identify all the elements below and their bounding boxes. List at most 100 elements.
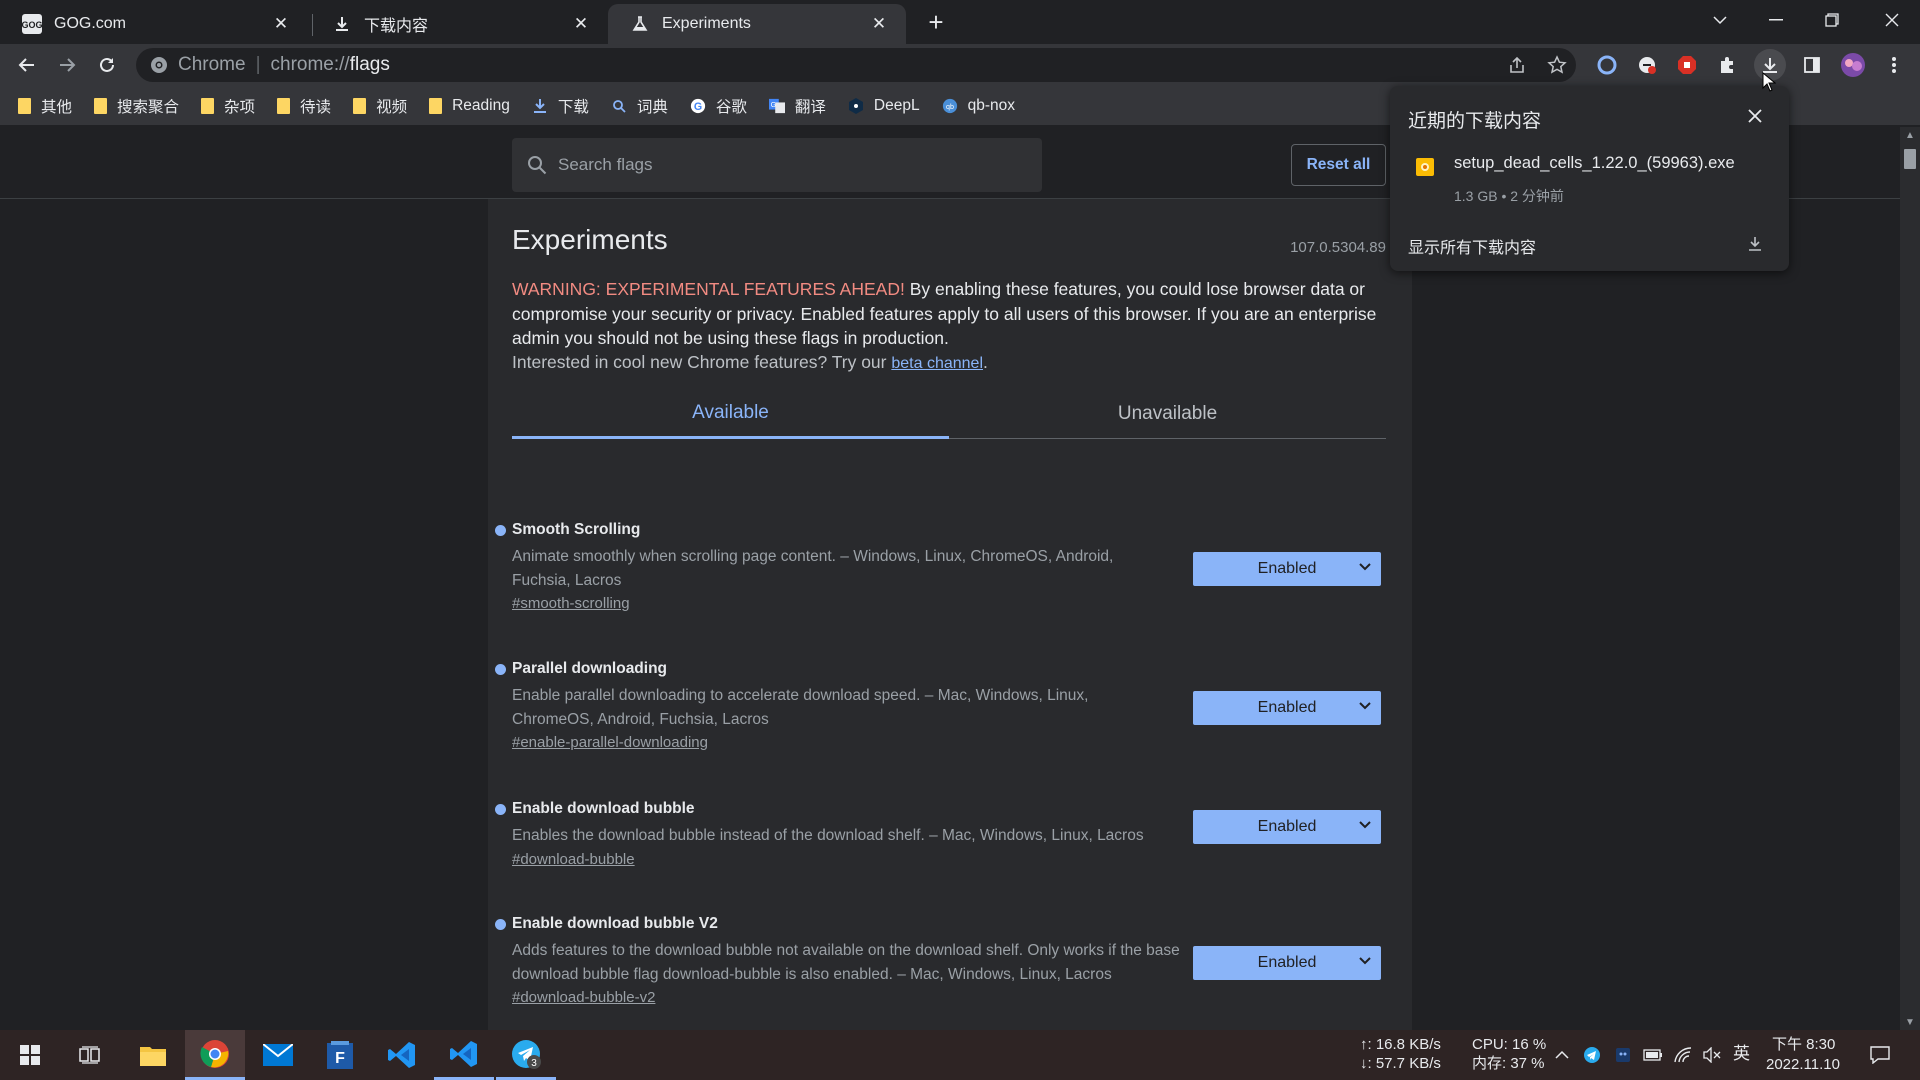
select-value: Enabled	[1257, 560, 1317, 577]
folder-icon	[277, 97, 291, 114]
bookmark-folder[interactable]: Reading	[429, 97, 510, 115]
ime-indicator[interactable]: 英	[1733, 1044, 1750, 1063]
select-value: Enabled	[1257, 818, 1317, 835]
profile-avatar[interactable]	[1837, 49, 1869, 81]
beta-channel-link[interactable]: beta channel	[891, 355, 983, 372]
tab-available[interactable]: Available	[512, 389, 949, 439]
mail-icon[interactable]	[248, 1030, 308, 1080]
clock-date[interactable]: 2022.11.10	[1766, 1055, 1840, 1074]
app-f-icon[interactable]: F	[310, 1030, 370, 1080]
scroll-up-arrow-icon[interactable]: ▲	[1900, 127, 1920, 143]
tab-downloads[interactable]: 下载内容 ✕	[310, 4, 608, 44]
bookmark-link[interactable]: DeepL	[848, 97, 920, 115]
close-icon[interactable]: ✕	[270, 13, 292, 35]
tab-gog[interactable]: GOG GOG.com ✕	[0, 4, 308, 44]
bookmark-folder[interactable]: 其他	[18, 95, 72, 117]
bookmark-folder[interactable]: 搜索聚合	[94, 95, 179, 117]
svg-text:G: G	[771, 100, 777, 108]
promo-end: .	[983, 352, 988, 372]
app-tray-icon[interactable]	[1613, 1045, 1633, 1065]
memory-usage: 内存: 37 %	[1472, 1055, 1545, 1072]
telegram-icon[interactable]: 3	[496, 1030, 556, 1080]
new-tab-button[interactable]: +	[920, 6, 952, 38]
chrome-page-icon[interactable]	[150, 56, 168, 74]
flag-permalink[interactable]: #enable-parallel-downloading	[512, 734, 708, 751]
qbittorrent-icon: qb	[942, 98, 958, 114]
back-button[interactable]	[11, 49, 43, 81]
url-host: flags	[349, 54, 390, 75]
reload-button[interactable]	[91, 49, 123, 81]
more-menu-icon[interactable]	[1878, 49, 1910, 81]
flag-name: Enable download bubble V2	[512, 915, 718, 932]
folder-icon	[94, 97, 108, 114]
mouse-cursor-icon	[1762, 72, 1776, 92]
bookmark-folder[interactable]: 视频	[353, 95, 407, 117]
scroll-down-arrow-icon[interactable]: ▼	[1900, 1014, 1920, 1030]
flag-select[interactable]: Enabled	[1193, 946, 1381, 980]
close-icon[interactable]: ✕	[868, 13, 890, 35]
extension-circle-icon[interactable]	[1591, 49, 1623, 81]
forward-button[interactable]	[51, 49, 83, 81]
chrome-taskbar-icon[interactable]	[185, 1030, 245, 1080]
close-window-button[interactable]	[1864, 0, 1920, 40]
address-bar[interactable]: Chrome | chrome://flags	[136, 48, 1576, 82]
bookmark-link[interactable]: G 谷歌	[690, 95, 747, 117]
extension-adblock-icon[interactable]	[1671, 49, 1703, 81]
battery-icon[interactable]	[1643, 1045, 1663, 1065]
flag-permalink[interactable]: #smooth-scrolling	[512, 595, 630, 612]
flask-icon	[630, 14, 650, 34]
flag-select[interactable]: Enabled	[1193, 691, 1381, 725]
file-explorer-icon[interactable]	[123, 1030, 183, 1080]
clock-time[interactable]: 下午 8:30	[1772, 1035, 1835, 1054]
volume-muted-icon[interactable]	[1702, 1045, 1722, 1065]
minimize-button[interactable]	[1748, 0, 1804, 40]
close-icon[interactable]	[1745, 106, 1765, 126]
extension-grammar-icon[interactable]	[1631, 49, 1663, 81]
telegram-tray-icon[interactable]	[1582, 1045, 1602, 1065]
promo-text: Interested in cool new Chrome features? …	[512, 352, 892, 372]
notification-center-icon[interactable]	[1870, 1045, 1890, 1065]
bookmark-link[interactable]: qb qb-nox	[942, 97, 1015, 115]
svg-text:G: G	[694, 101, 702, 113]
tab-unavailable[interactable]: Unavailable	[949, 389, 1386, 439]
flag-permalink[interactable]: #download-bubble-v2	[512, 989, 655, 1006]
version-label: 107.0.5304.89	[1290, 239, 1386, 256]
vscode-insiders-icon[interactable]	[434, 1030, 494, 1080]
vertical-scrollbar[interactable]: ▲ ▼	[1900, 127, 1920, 1030]
search-box[interactable]	[512, 138, 1042, 192]
tab-experiments[interactable]: Experiments ✕	[608, 4, 906, 44]
show-all-downloads-link[interactable]: 显示所有下载内容	[1408, 234, 1536, 258]
svg-text:qb: qb	[946, 103, 954, 111]
extensions-puzzle-icon[interactable]	[1711, 49, 1743, 81]
select-value: Enabled	[1257, 699, 1317, 716]
warning-heading: WARNING: EXPERIMENTAL FEATURES AHEAD!	[512, 279, 905, 299]
bookmark-folder[interactable]: 待读	[277, 95, 331, 117]
chevron-down-icon	[1359, 954, 1371, 969]
vscode-icon[interactable]	[372, 1030, 432, 1080]
close-icon[interactable]: ✕	[570, 13, 592, 35]
bookmark-link[interactable]: 词典	[611, 95, 668, 117]
chevron-up-icon[interactable]	[1552, 1045, 1572, 1065]
flags-tabs: Available Unavailable	[512, 389, 1386, 439]
bookmark-link[interactable]: G 翻译	[768, 95, 826, 117]
wifi-icon[interactable]	[1673, 1045, 1693, 1065]
restore-button[interactable]	[1804, 0, 1860, 40]
download-file-name[interactable]: setup_dead_cells_1.22.0_(59963).exe	[1454, 154, 1735, 173]
bookmark-star-icon[interactable]	[1545, 53, 1569, 77]
flag-select[interactable]: Enabled	[1193, 552, 1381, 586]
share-icon[interactable]	[1505, 53, 1529, 77]
tab-search-chevron-icon[interactable]	[1692, 0, 1748, 40]
task-view-button[interactable]	[60, 1030, 120, 1080]
start-button[interactable]	[0, 1030, 60, 1080]
flag-permalink[interactable]: #download-bubble	[512, 851, 635, 868]
download-file-meta: 1.3 GB • 2 分钟前	[1454, 188, 1564, 204]
scrollbar-thumb[interactable]	[1904, 149, 1916, 169]
bookmark-folder[interactable]: 杂项	[201, 95, 255, 117]
download-icon[interactable]	[1745, 234, 1765, 254]
reset-all-button[interactable]: Reset all	[1291, 144, 1386, 186]
search-input[interactable]	[558, 155, 1018, 175]
side-panel-icon[interactable]	[1796, 49, 1828, 81]
flag-item: Enable download bubble V2 Adds features …	[488, 915, 1412, 1025]
bookmark-link[interactable]: 下载	[532, 95, 589, 117]
flag-select[interactable]: Enabled	[1193, 810, 1381, 844]
